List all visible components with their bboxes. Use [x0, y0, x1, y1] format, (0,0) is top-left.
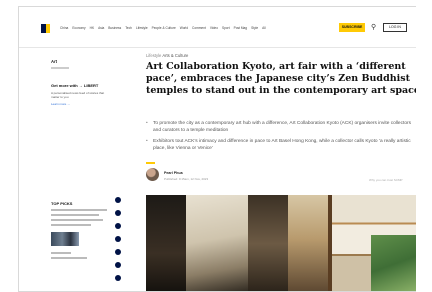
breadcrumb-sub[interactable]: Arts & Culture: [162, 53, 188, 58]
list-item[interactable]: [51, 219, 103, 221]
summary-bullet: To promote the city as a contemporary ar…: [146, 120, 416, 134]
section-nav: China Economy HK Asia Business Tech Lifestyle P…: [60, 26, 266, 30]
hero-image[interactable]: [146, 195, 416, 291]
nav-link[interactable]: China: [60, 26, 68, 30]
list-item[interactable]: [51, 257, 87, 259]
left-sidebar: Art Get more with → LIBERT A personalise…: [51, 59, 113, 106]
link-icon[interactable]: [115, 275, 121, 281]
nav-link[interactable]: Style: [251, 26, 258, 30]
whatsapp-icon[interactable]: [115, 236, 121, 242]
list-item[interactable]: [51, 214, 99, 216]
browser-page: China Economy HK Asia Business Tech Lifestyle P…: [18, 6, 416, 292]
nav-link[interactable]: Lifestyle: [136, 26, 148, 30]
email-icon[interactable]: [115, 262, 121, 268]
list-item[interactable]: [51, 252, 71, 254]
facebook-icon[interactable]: [115, 197, 121, 203]
top-picks: TOP PICKS: [51, 201, 113, 259]
twitter-icon[interactable]: [115, 210, 121, 216]
nav-link[interactable]: All: [262, 26, 266, 30]
nav-link[interactable]: HK: [90, 26, 94, 30]
wooden-beam: [328, 195, 332, 291]
screen-panel: [146, 195, 186, 291]
author-block: Pearl Phua Published: 9:15am, 12 Nov, 20…: [146, 162, 208, 181]
garden-window: [371, 235, 416, 291]
nav-link[interactable]: Sport: [222, 26, 230, 30]
subscribe-button[interactable]: SUBSCRIBE: [339, 23, 365, 32]
telegram-icon[interactable]: [115, 249, 121, 255]
linkedin-icon[interactable]: [115, 223, 121, 229]
nav-link[interactable]: World: [180, 26, 188, 30]
breadcrumb-section[interactable]: Lifestyle: [146, 53, 161, 58]
promo-title: Get more with → LIBERT: [51, 83, 99, 88]
sidebar-section-label[interactable]: Art: [51, 59, 113, 64]
accent-bar: [146, 162, 155, 164]
top-navigation: China Economy HK Asia Business Tech Lifestyle P…: [19, 7, 416, 48]
share-bar: [115, 197, 121, 281]
screen-panel: [248, 195, 288, 291]
search-icon[interactable]: ⚲: [371, 23, 376, 32]
article-summary: To promote the city as a contemporary ar…: [146, 120, 416, 156]
login-button[interactable]: LOG IN: [383, 23, 407, 32]
nav-link[interactable]: Post Mag: [234, 26, 247, 30]
breadcrumb: Lifestyle Arts & Culture: [146, 53, 188, 58]
divider: [51, 67, 69, 69]
list-item[interactable]: [51, 209, 107, 211]
screen-panel: [186, 195, 248, 291]
nav-link[interactable]: Economy: [72, 26, 85, 30]
top-picks-title: TOP PICKS: [51, 201, 73, 206]
avatar[interactable]: [146, 168, 159, 181]
scmp-logo[interactable]: [41, 24, 50, 33]
article-title: Art Collaboration Kyoto, art fair with a…: [146, 61, 416, 96]
publish-date: Published: 9:15am, 12 Nov, 2023: [164, 177, 209, 181]
author-name[interactable]: Pearl Phua: [164, 171, 183, 175]
nav-link[interactable]: Business: [108, 26, 121, 30]
nav-link[interactable]: Comment: [192, 26, 206, 30]
promo-link[interactable]: Learn more →: [51, 102, 113, 106]
list-item[interactable]: [51, 224, 91, 226]
screen-panel: [288, 195, 328, 291]
nav-link[interactable]: People & Culture: [152, 26, 176, 30]
nav-link[interactable]: Tech: [125, 26, 132, 30]
promo-text: A personalised news feed of stories that…: [51, 91, 105, 99]
trust-link[interactable]: Why you can trust SCMP: [369, 178, 403, 182]
nav-link[interactable]: Video: [210, 26, 218, 30]
nav-link[interactable]: Asia: [98, 26, 104, 30]
top-pick-thumbnail[interactable]: [51, 232, 79, 246]
summary-bullet: Exhibitors tout ACK’s intimacy and diffe…: [146, 138, 416, 152]
